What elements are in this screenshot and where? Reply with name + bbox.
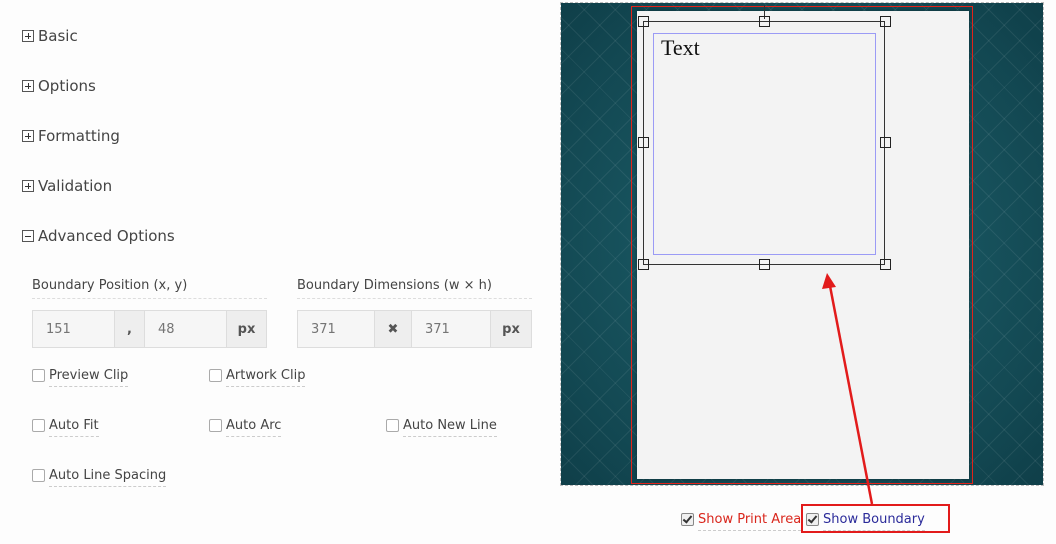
auto-new-line-checkbox[interactable] xyxy=(386,419,399,432)
px-unit-label: px xyxy=(491,310,532,348)
collapse-minus-icon xyxy=(22,230,34,242)
resize-handle-left[interactable] xyxy=(638,137,649,148)
px-unit-label: px xyxy=(227,310,267,348)
auto-line-spacing-label: Auto Line Spacing xyxy=(49,468,167,487)
boundary-dimensions-label: Boundary Dimensions (w × h) xyxy=(297,278,532,299)
auto-fit-option[interactable]: Auto Fit xyxy=(32,418,99,437)
boundary-dimensions-group: ✖ px xyxy=(297,310,532,348)
auto-line-spacing-checkbox[interactable] xyxy=(32,469,45,482)
boundary-x-input[interactable] xyxy=(32,310,115,348)
times-icon: ✖ xyxy=(375,310,412,348)
auto-arc-checkbox[interactable] xyxy=(209,419,222,432)
boundary-y-input[interactable] xyxy=(145,310,227,348)
section-advanced-options[interactable]: Advanced Options xyxy=(22,225,175,247)
auto-arc-label: Auto Arc xyxy=(226,418,282,437)
show-print-area-option[interactable]: Show Print Area xyxy=(681,512,802,531)
preview-canvas[interactable]: Text xyxy=(560,2,1044,486)
section-options[interactable]: Options xyxy=(22,75,96,97)
auto-arc-option[interactable]: Auto Arc xyxy=(209,418,282,437)
expand-plus-icon xyxy=(22,180,34,192)
section-formatting-label: Formatting xyxy=(38,127,120,145)
resize-handle-top-left[interactable] xyxy=(638,16,649,27)
expand-plus-icon xyxy=(22,30,34,42)
preview-clip-checkbox[interactable] xyxy=(32,369,45,382)
show-print-area-checkbox[interactable] xyxy=(681,513,694,526)
boundary-height-input[interactable] xyxy=(412,310,491,348)
auto-line-spacing-option[interactable]: Auto Line Spacing xyxy=(32,468,167,487)
section-basic-label: Basic xyxy=(38,27,78,45)
boundary-position-label: Boundary Position (x, y) xyxy=(32,278,267,299)
expand-plus-icon xyxy=(22,80,34,92)
selection-box[interactable] xyxy=(643,21,885,265)
auto-fit-label: Auto Fit xyxy=(49,418,99,437)
resize-handle-top[interactable] xyxy=(759,16,770,27)
section-basic[interactable]: Basic xyxy=(22,25,78,47)
section-advanced-options-label: Advanced Options xyxy=(38,227,175,245)
section-options-label: Options xyxy=(38,77,96,95)
artwork-clip-option[interactable]: Artwork Clip xyxy=(209,368,306,387)
annotation-highlight-box xyxy=(801,504,950,533)
preview-clip-option[interactable]: Preview Clip xyxy=(32,368,129,387)
expand-plus-icon xyxy=(22,130,34,142)
show-print-area-label: Show Print Area xyxy=(698,512,802,531)
boundary-position-group: , px xyxy=(32,310,267,348)
preview-clip-label: Preview Clip xyxy=(49,368,129,387)
section-formatting[interactable]: Formatting xyxy=(22,125,120,147)
auto-new-line-label: Auto New Line xyxy=(403,418,497,437)
resize-handle-bottom-right[interactable] xyxy=(880,259,891,270)
resize-handle-right[interactable] xyxy=(880,137,891,148)
resize-handle-bottom[interactable] xyxy=(759,259,770,270)
comma-separator: , xyxy=(115,310,145,348)
artwork-clip-label: Artwork Clip xyxy=(226,368,306,387)
resize-handle-top-right[interactable] xyxy=(880,16,891,27)
section-validation-label: Validation xyxy=(38,177,113,195)
auto-fit-checkbox[interactable] xyxy=(32,419,45,432)
auto-new-line-option[interactable]: Auto New Line xyxy=(386,418,497,437)
section-validation[interactable]: Validation xyxy=(22,175,112,197)
boundary-width-input[interactable] xyxy=(297,310,375,348)
artwork-clip-checkbox[interactable] xyxy=(209,369,222,382)
resize-handle-bottom-left[interactable] xyxy=(638,259,649,270)
